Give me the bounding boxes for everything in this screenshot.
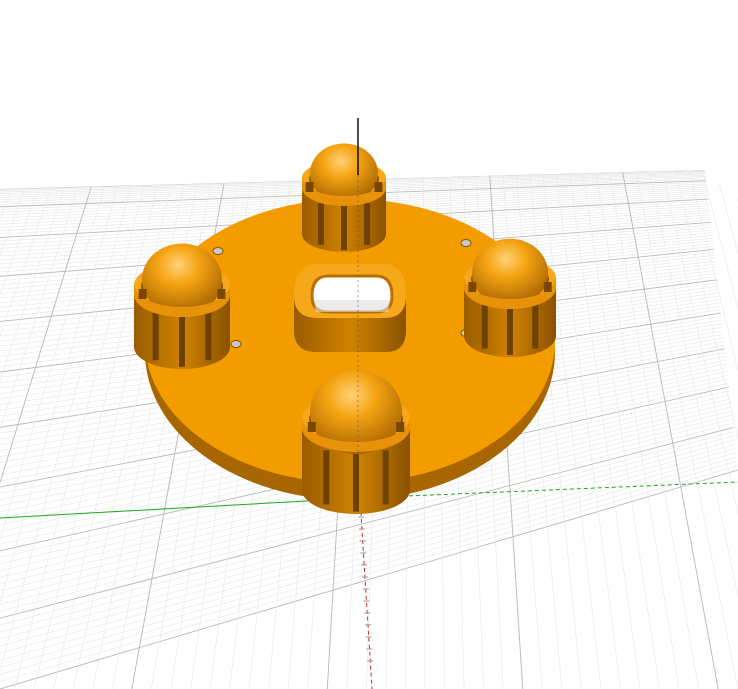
ball-caster-back [302,143,386,252]
mount-hole-3 [230,340,242,348]
mount-hole-1 [212,247,224,255]
caster-slot [179,312,185,367]
caster-slot [205,312,212,361]
grid-line-minor [662,171,738,689]
caster-slot [481,304,488,349]
grid-line-minor [609,172,699,689]
caster-slot [364,203,371,245]
caster-notch [374,182,383,192]
mount-hole-2 [460,239,472,247]
caster-slot [532,304,539,349]
grid-line-minor [0,187,39,689]
ball-caster-left [134,243,230,369]
caster-notch [138,289,147,299]
caster-notch [396,422,405,432]
caster-slot [507,304,513,355]
ball-caster-right [464,238,556,357]
3d-viewport[interactable] [0,0,738,689]
caster-slot [323,450,330,505]
ball-caster-front [302,370,410,514]
scene-canvas[interactable] [0,0,738,689]
caster-notch [217,289,226,299]
cutout-inner-wall [314,300,390,312]
x-axis-line [359,497,373,689]
caster-notch [543,282,552,292]
caster-notch [307,422,316,432]
grid-line-minor [595,172,680,689]
grid-line-minor [648,171,738,689]
grid-line-minor [0,187,66,689]
caster-slot [341,203,347,251]
caster-slot [382,450,389,505]
center-cutout [294,264,406,352]
caster-slot [317,203,324,245]
caster-notch [468,282,477,292]
grid-line-minor [14,185,145,689]
caster-slot [152,312,159,361]
caster-notch [305,182,314,192]
